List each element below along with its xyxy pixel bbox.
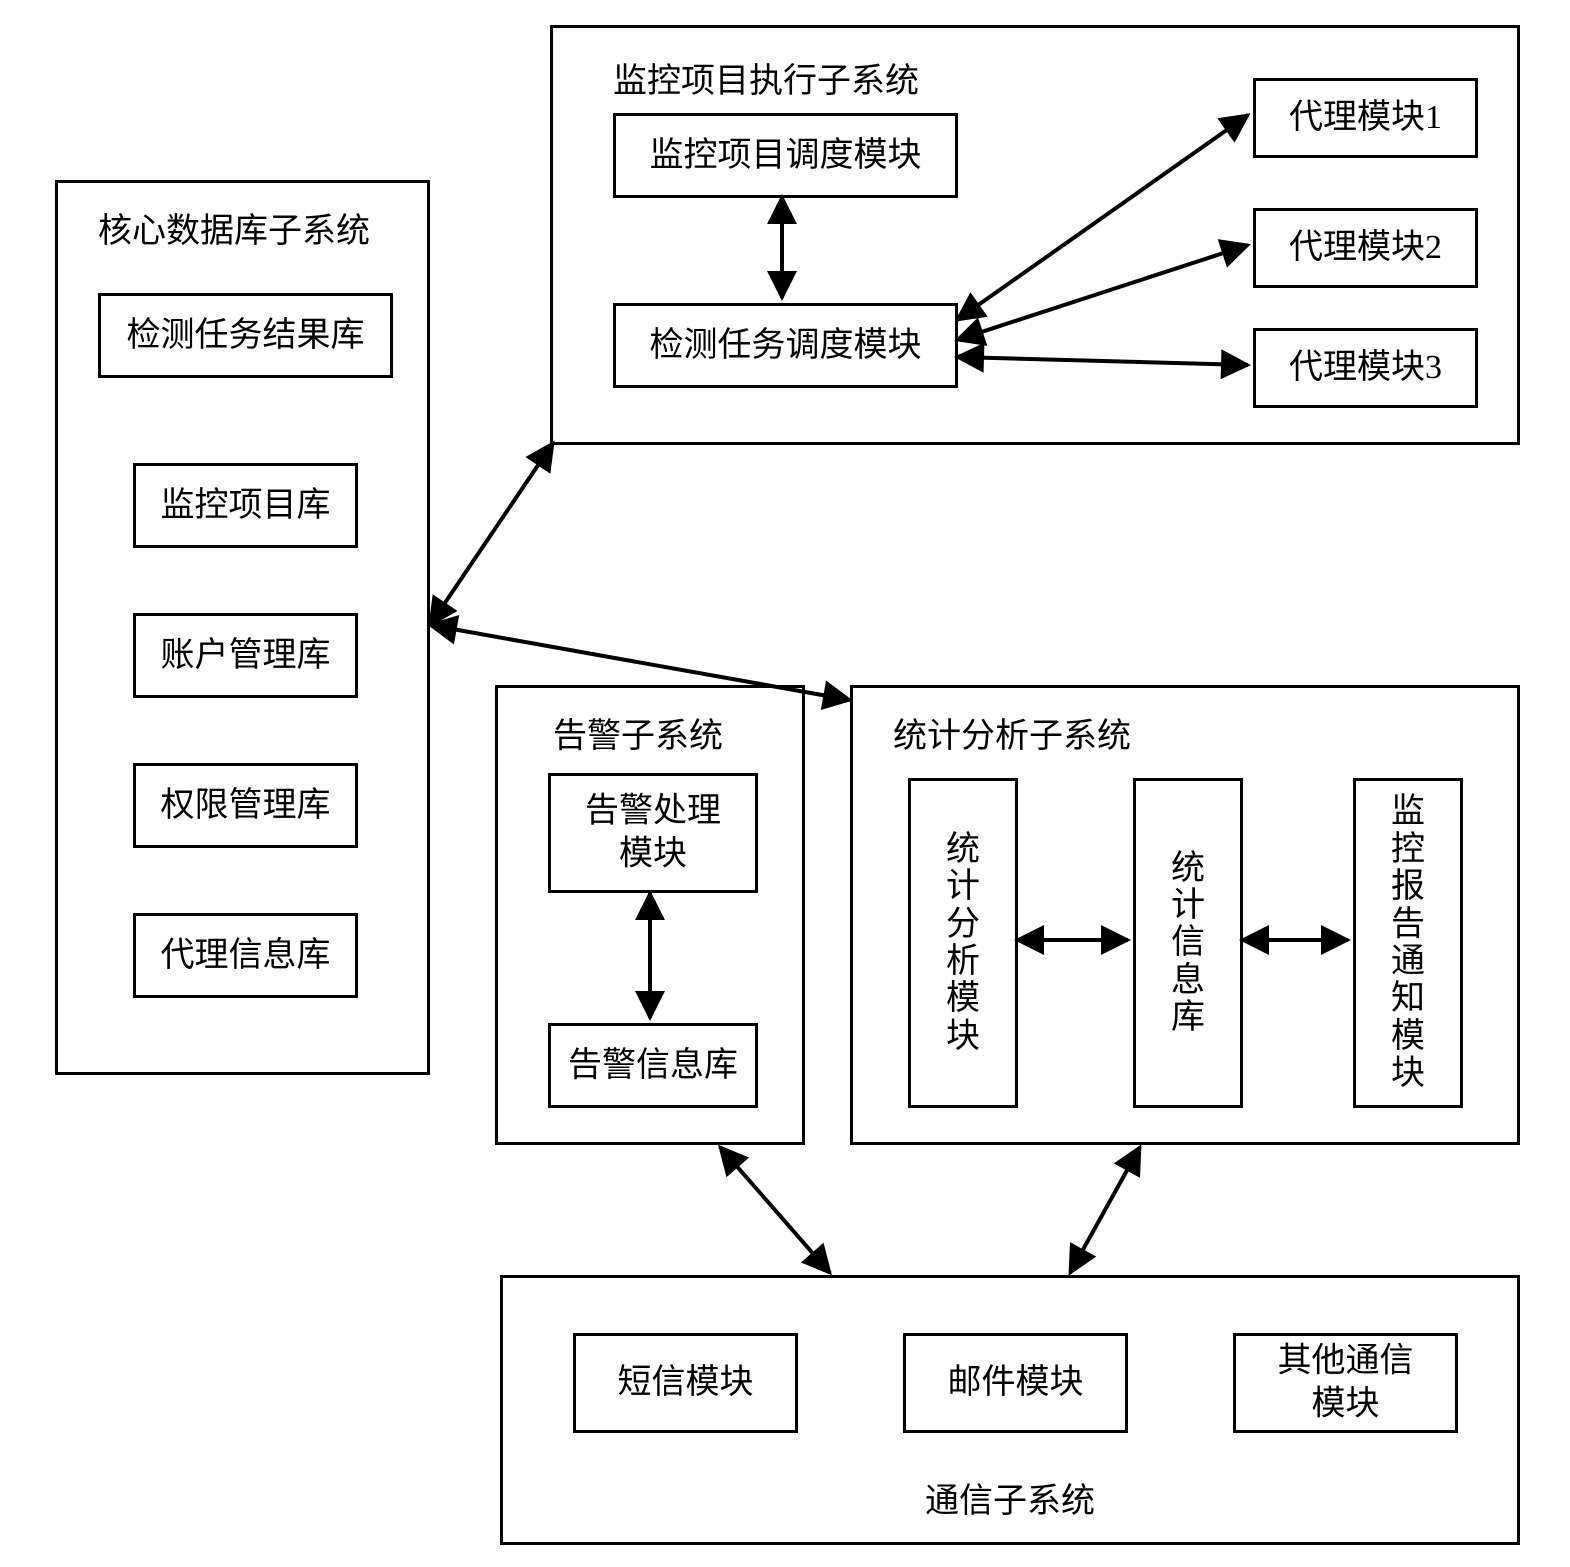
exec-title: 监控项目执行子系统: [613, 53, 919, 102]
db-perms-label: 权限管理库: [136, 784, 355, 827]
comm-subsystem: 通信子系统 短信模块 邮件模块 其他通信 模块: [500, 1275, 1520, 1545]
db-results-label: 检测任务结果库: [101, 314, 390, 357]
db-agents-label: 代理信息库: [136, 934, 355, 977]
stats-subsystem: 统计分析子系统 统计分析模块 统计信息库 监控报告通知模块: [850, 685, 1520, 1145]
alarm-handler: 告警处理 模块: [548, 773, 758, 893]
stats-store: 统计信息库: [1133, 778, 1243, 1108]
stats-report-label: 监控报告通知模块: [1356, 781, 1460, 1105]
stats-title: 统计分析子系统: [893, 708, 1131, 757]
alarm-store: 告警信息库: [548, 1023, 758, 1108]
comm-other: 其他通信 模块: [1233, 1333, 1458, 1433]
comm-other-label: 其他通信 模块: [1236, 1341, 1455, 1426]
exec-project-sched-label: 监控项目调度模块: [616, 134, 955, 177]
db-accounts-label: 账户管理库: [136, 634, 355, 677]
exec-project-sched: 监控项目调度模块: [613, 113, 958, 198]
exec-agent1: 代理模块1: [1253, 78, 1478, 158]
db-results: 检测任务结果库: [98, 293, 393, 378]
db-projects-label: 监控项目库: [136, 484, 355, 527]
comm-sms-label: 短信模块: [576, 1362, 795, 1405]
comm-title: 通信子系统: [925, 1473, 1095, 1522]
alarm-subsystem: 告警子系统 告警处理 模块 告警信息库: [495, 685, 805, 1145]
db-accounts: 账户管理库: [133, 613, 358, 698]
db-agents: 代理信息库: [133, 913, 358, 998]
alarm-handler-label: 告警处理 模块: [551, 791, 755, 876]
comm-mail: 邮件模块: [903, 1333, 1128, 1433]
core-db-title: 核心数据库子系统: [98, 203, 370, 252]
db-perms: 权限管理库: [133, 763, 358, 848]
exec-agent2-label: 代理模块2: [1256, 227, 1475, 270]
exec-agent2: 代理模块2: [1253, 208, 1478, 288]
stats-analysis-label: 统计分析模块: [911, 781, 1015, 1105]
exec-agent3-label: 代理模块3: [1256, 347, 1475, 390]
stats-store-label: 统计信息库: [1136, 781, 1240, 1105]
arrow-core-exec: [430, 443, 553, 625]
exec-subsystem: 监控项目执行子系统 监控项目调度模块 检测任务调度模块 代理模块1 代理模块2 …: [550, 25, 1520, 445]
db-projects: 监控项目库: [133, 463, 358, 548]
exec-task-sched-label: 检测任务调度模块: [616, 324, 955, 367]
alarm-store-label: 告警信息库: [551, 1044, 755, 1087]
exec-agent1-label: 代理模块1: [1256, 97, 1475, 140]
comm-mail-label: 邮件模块: [906, 1362, 1125, 1405]
arrow-alarm-comm: [720, 1147, 830, 1273]
exec-agent3: 代理模块3: [1253, 328, 1478, 408]
exec-task-sched: 检测任务调度模块: [613, 303, 958, 388]
comm-sms: 短信模块: [573, 1333, 798, 1433]
stats-report: 监控报告通知模块: [1353, 778, 1463, 1108]
core-db-subsystem: 核心数据库子系统 检测任务结果库 监控项目库 账户管理库 权限管理库 代理信息库: [55, 180, 430, 1075]
stats-analysis: 统计分析模块: [908, 778, 1018, 1108]
alarm-title: 告警子系统: [553, 708, 723, 757]
arrow-stats-comm: [1070, 1147, 1140, 1273]
